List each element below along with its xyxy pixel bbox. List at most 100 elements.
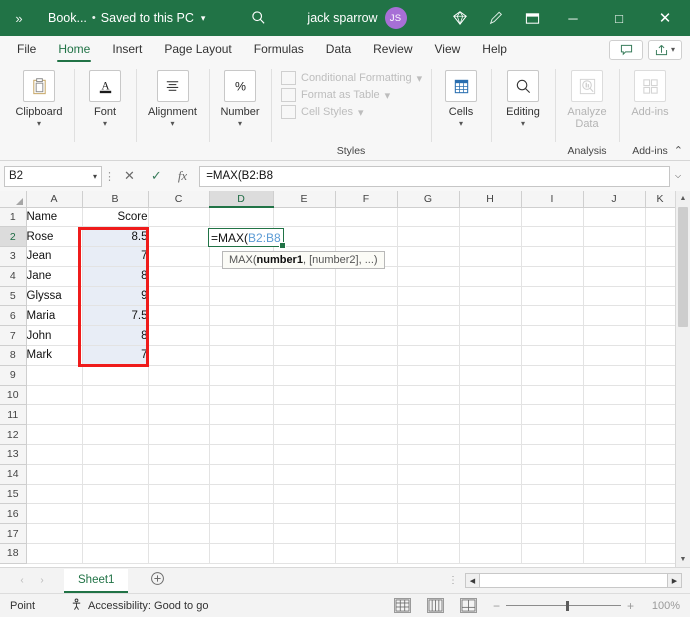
column-header-B[interactable]: B <box>82 191 148 207</box>
previous-sheet-icon[interactable]: ‹ <box>12 575 32 586</box>
cell-K7[interactable] <box>645 326 675 346</box>
cell-A16[interactable] <box>26 504 82 524</box>
cell-F18[interactable] <box>335 544 397 564</box>
cell-K18[interactable] <box>645 544 675 564</box>
cell-A13[interactable] <box>26 445 82 465</box>
chevron-down-icon[interactable]: ▾ <box>201 13 206 24</box>
next-sheet-icon[interactable]: › <box>32 575 52 586</box>
number-button[interactable]: % Number ▾ <box>217 67 263 128</box>
row-header-15[interactable]: 15 <box>0 484 26 504</box>
alignment-button[interactable]: Alignment ▾ <box>144 67 201 128</box>
search-icon[interactable] <box>245 9 271 27</box>
cell-I10[interactable] <box>521 385 583 405</box>
cell-K9[interactable] <box>645 365 675 385</box>
column-header-E[interactable]: E <box>273 191 335 207</box>
cell-I2[interactable] <box>521 227 583 247</box>
cell-H8[interactable] <box>459 346 521 366</box>
tab-home[interactable]: Home <box>47 36 101 63</box>
scroll-up-icon[interactable]: ▲ <box>676 191 690 206</box>
cell-A6[interactable]: Maria <box>26 306 82 326</box>
cell-I1[interactable] <box>521 207 583 227</box>
zoom-slider-thumb[interactable] <box>566 601 569 611</box>
cell-J6[interactable] <box>583 306 645 326</box>
ribbon-display-options-icon[interactable] <box>514 1 550 35</box>
accessibility-status[interactable]: Accessibility: Good to go <box>70 598 208 614</box>
cell-E8[interactable] <box>273 346 335 366</box>
name-box[interactable]: B2 ▾ <box>4 166 102 187</box>
row-header-3[interactable]: 3 <box>0 247 26 267</box>
cell-C11[interactable] <box>148 405 209 425</box>
conditional-formatting-button[interactable]: Conditional Formatting ▾ <box>281 71 422 85</box>
cell-F2[interactable] <box>335 227 397 247</box>
cell-D1[interactable] <box>209 207 273 227</box>
cell-B17[interactable] <box>82 524 148 544</box>
chevron-down-icon[interactable]: ▾ <box>37 119 41 128</box>
row-header-1[interactable]: 1 <box>0 207 26 227</box>
row-header-16[interactable]: 16 <box>0 504 26 524</box>
cell-J5[interactable] <box>583 286 645 306</box>
scroll-down-icon[interactable]: ▼ <box>676 552 690 567</box>
expand-formula-bar-icon[interactable]: ⌵ <box>670 171 686 181</box>
cell-G16[interactable] <box>397 504 459 524</box>
cell-C4[interactable] <box>148 266 209 286</box>
cell-G9[interactable] <box>397 365 459 385</box>
scroll-right-icon[interactable]: ▶ <box>667 573 682 588</box>
cell-C18[interactable] <box>148 544 209 564</box>
column-header-J[interactable]: J <box>583 191 645 207</box>
cell-A15[interactable] <box>26 484 82 504</box>
cell-B10[interactable] <box>82 385 148 405</box>
cell-H15[interactable] <box>459 484 521 504</box>
row-header-10[interactable]: 10 <box>0 385 26 405</box>
cell-E9[interactable] <box>273 365 335 385</box>
cell-A4[interactable]: Jane <box>26 266 82 286</box>
spreadsheet-grid[interactable]: A B C D E F G H I J K 1NameScore2Rose8.5… <box>0 191 690 567</box>
cell-K2[interactable] <box>645 227 675 247</box>
scroll-left-icon[interactable]: ◀ <box>465 573 480 588</box>
cell-J12[interactable] <box>583 425 645 445</box>
cell-H12[interactable] <box>459 425 521 445</box>
tab-review[interactable]: Review <box>362 36 423 63</box>
quick-access-chevron-icon[interactable]: » <box>2 11 36 26</box>
cell-K14[interactable] <box>645 464 675 484</box>
insert-function-icon[interactable]: fx <box>178 168 187 184</box>
cell-J8[interactable] <box>583 346 645 366</box>
cell-F16[interactable] <box>335 504 397 524</box>
cell-A8[interactable]: Mark <box>26 346 82 366</box>
cell-A1[interactable]: Name <box>26 207 82 227</box>
select-all-corner[interactable] <box>0 191 26 207</box>
cell-H13[interactable] <box>459 445 521 465</box>
cell-K8[interactable] <box>645 346 675 366</box>
column-header-G[interactable]: G <box>397 191 459 207</box>
user-account[interactable]: jack sparrow JS <box>307 7 406 29</box>
cell-H18[interactable] <box>459 544 521 564</box>
cell-I17[interactable] <box>521 524 583 544</box>
cell-K12[interactable] <box>645 425 675 445</box>
vertical-scroll-thumb[interactable] <box>678 207 688 327</box>
cell-F9[interactable] <box>335 365 397 385</box>
addins-button[interactable]: Add-ins <box>627 67 673 118</box>
cell-K10[interactable] <box>645 385 675 405</box>
cell-G18[interactable] <box>397 544 459 564</box>
cell-I14[interactable] <box>521 464 583 484</box>
cell-J16[interactable] <box>583 504 645 524</box>
cell-C6[interactable] <box>148 306 209 326</box>
cell-F10[interactable] <box>335 385 397 405</box>
cell-C15[interactable] <box>148 484 209 504</box>
page-layout-icon[interactable] <box>427 598 444 613</box>
cell-A7[interactable]: John <box>26 326 82 346</box>
sheet-bar-grip[interactable]: ⋮ <box>442 575 465 586</box>
cell-H1[interactable] <box>459 207 521 227</box>
cell-I11[interactable] <box>521 405 583 425</box>
cell-K1[interactable] <box>645 207 675 227</box>
cell-B2[interactable]: 8.5 <box>82 227 148 247</box>
cell-C8[interactable] <box>148 346 209 366</box>
cell-I7[interactable] <box>521 326 583 346</box>
cell-B8[interactable]: 7 <box>82 346 148 366</box>
cell-I3[interactable] <box>521 247 583 267</box>
cell-E10[interactable] <box>273 385 335 405</box>
cell-I4[interactable] <box>521 266 583 286</box>
cell-J7[interactable] <box>583 326 645 346</box>
cell-I8[interactable] <box>521 346 583 366</box>
cell-D15[interactable] <box>209 484 273 504</box>
cell-A9[interactable] <box>26 365 82 385</box>
